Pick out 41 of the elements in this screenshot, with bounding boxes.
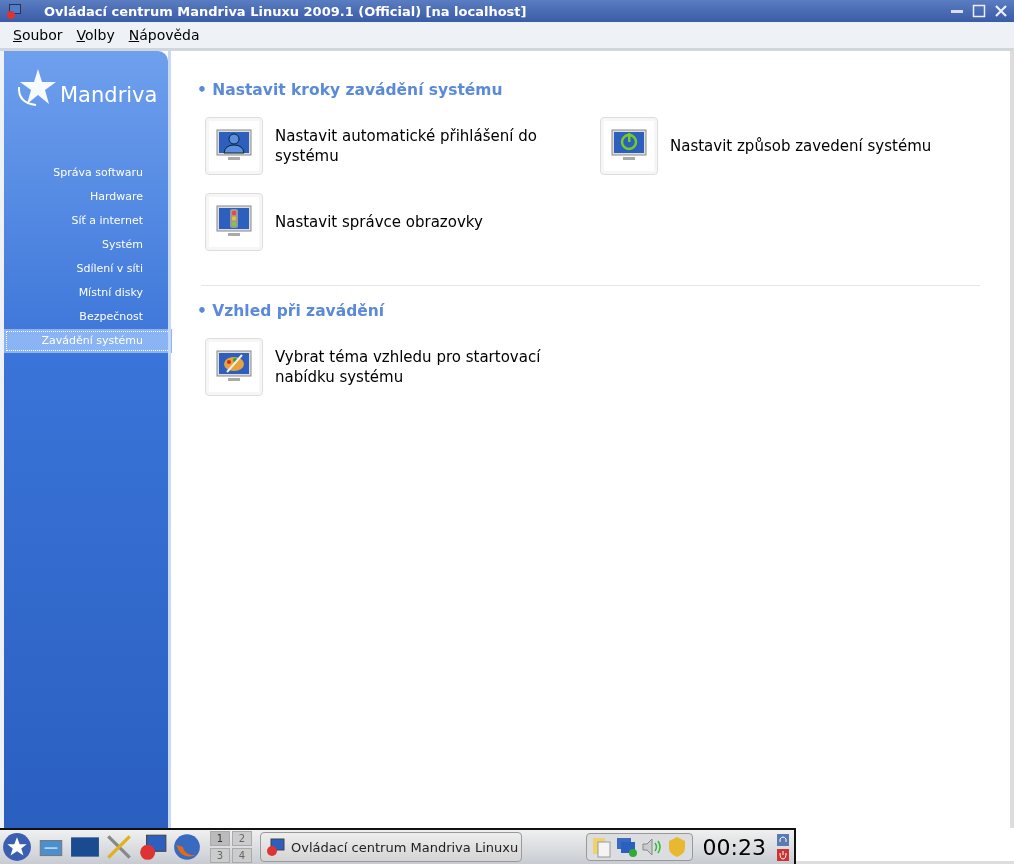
monitor-icon [265, 837, 285, 857]
desktop-pager-button[interactable]: 1 [210, 831, 230, 846]
desktop-pager-button[interactable]: 3 [210, 848, 230, 863]
tool-icon[interactable] [205, 338, 263, 396]
menu-item[interactable]: Volby [76, 27, 115, 43]
star-menu-icon[interactable] [2, 832, 32, 862]
sidebar-item[interactable]: Hardware [4, 185, 168, 209]
menu-item[interactable]: Soubor [13, 27, 63, 43]
maximize-icon[interactable] [972, 4, 986, 18]
tool-label[interactable]: Nastavit automatické přihlášení do systému [275, 126, 600, 166]
lock-icon[interactable] [776, 832, 790, 847]
browser-icon[interactable] [172, 832, 202, 862]
menu-item[interactable]: Nápověda [128, 27, 200, 43]
task-button[interactable]: Ovládací centrum Mandriva Linuxu [260, 832, 522, 862]
sidebar-item[interactable]: Správa softwaru [4, 161, 168, 185]
sidebar-item[interactable]: Bezpečnost [4, 305, 168, 329]
close-icon[interactable] [994, 4, 1008, 18]
tool-icon[interactable] [205, 117, 263, 175]
clock: 00:23 [702, 834, 766, 860]
sidebar-item[interactable]: Sdílení v síti [4, 257, 168, 281]
tool-label[interactable]: Vybrat téma vzhledu pro startovací nabídku systému [275, 347, 600, 387]
sidebar-item[interactable]: Místní disky [4, 281, 168, 305]
tool-icon[interactable] [205, 193, 263, 251]
power-icon[interactable] [776, 847, 790, 862]
tool-label[interactable]: Nastavit způsob zavedení systému [670, 136, 932, 156]
sidebar-item[interactable]: Zavádění systému [4, 329, 172, 353]
monitor-icon[interactable] [138, 832, 168, 862]
desktop-pager-button[interactable]: 2 [232, 831, 252, 846]
task-label: Ovládací centrum Mandriva Linuxu [291, 839, 519, 855]
sidebar-item[interactable]: Síť a internet [4, 209, 168, 233]
clipboard-icon[interactable] [590, 836, 613, 858]
section-heading: • Nastavit kroky zavádění systému [197, 81, 504, 99]
section-heading: • Vzhled při zavádění [197, 302, 386, 320]
sidebar-item[interactable]: Systém [4, 233, 168, 257]
monitor-icon [6, 3, 22, 19]
logo-text: Mandriva [60, 83, 158, 107]
tool-label[interactable]: Nastavit správce obrazovky [275, 212, 483, 232]
desktop-pager-button[interactable]: 4 [232, 848, 252, 863]
network-icon[interactable] [615, 836, 638, 858]
window-title: Ovládací centrum Mandriva Linuxu 2009.1 (Official) [na localhost] [44, 3, 528, 19]
tool-icon[interactable] [600, 117, 658, 175]
